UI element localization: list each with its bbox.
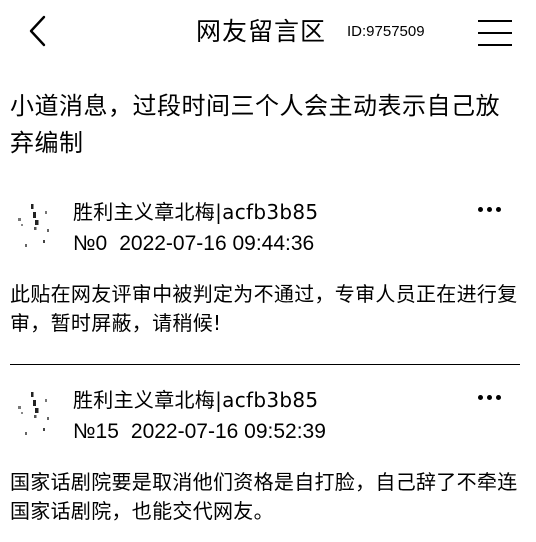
comment-meta: №0 2022-07-16 09:44:36	[73, 230, 314, 258]
avatar[interactable]	[14, 202, 54, 252]
comment-body: 此贴在网友评审中被判定为不通过，专审人员正在进行复审，暂时屏蔽，请稍候!	[10, 282, 518, 335]
comment-timestamp: 2022-07-16 09:44:36	[119, 232, 315, 255]
divider	[10, 364, 520, 365]
back-button[interactable]	[24, 14, 54, 48]
thread-id: ID:9757509	[347, 23, 425, 40]
page-title: 网友留言区	[196, 17, 327, 46]
avatar[interactable]	[14, 390, 54, 440]
avatar-icon	[18, 392, 49, 435]
comment-number: №0	[73, 232, 108, 255]
chevron-left-icon	[29, 15, 46, 47]
menu-button[interactable]	[478, 20, 512, 46]
app-header: 网友留言区 ID:9757509	[0, 0, 536, 66]
more-options-button[interactable]	[476, 204, 504, 216]
comment-number: №15	[73, 420, 119, 443]
comment-body: 国家话剧院要是取消他们资格是自打脸，自己辞了不牵连国家话剧院，也能交代网友。	[10, 470, 518, 523]
comment-meta: №15 2022-07-16 09:52:39	[73, 418, 326, 446]
topic-text: 小道消息，过段时间三个人会主动表示自己放弃编制	[10, 92, 500, 157]
comment-timestamp: 2022-07-16 09:52:39	[130, 420, 326, 443]
comment-username[interactable]: 胜利主义章北梅|acfb3b85	[73, 386, 318, 414]
comment-username[interactable]: 胜利主义章北梅|acfb3b85	[73, 198, 318, 226]
more-options-button[interactable]	[476, 392, 504, 404]
avatar-icon	[18, 204, 49, 247]
